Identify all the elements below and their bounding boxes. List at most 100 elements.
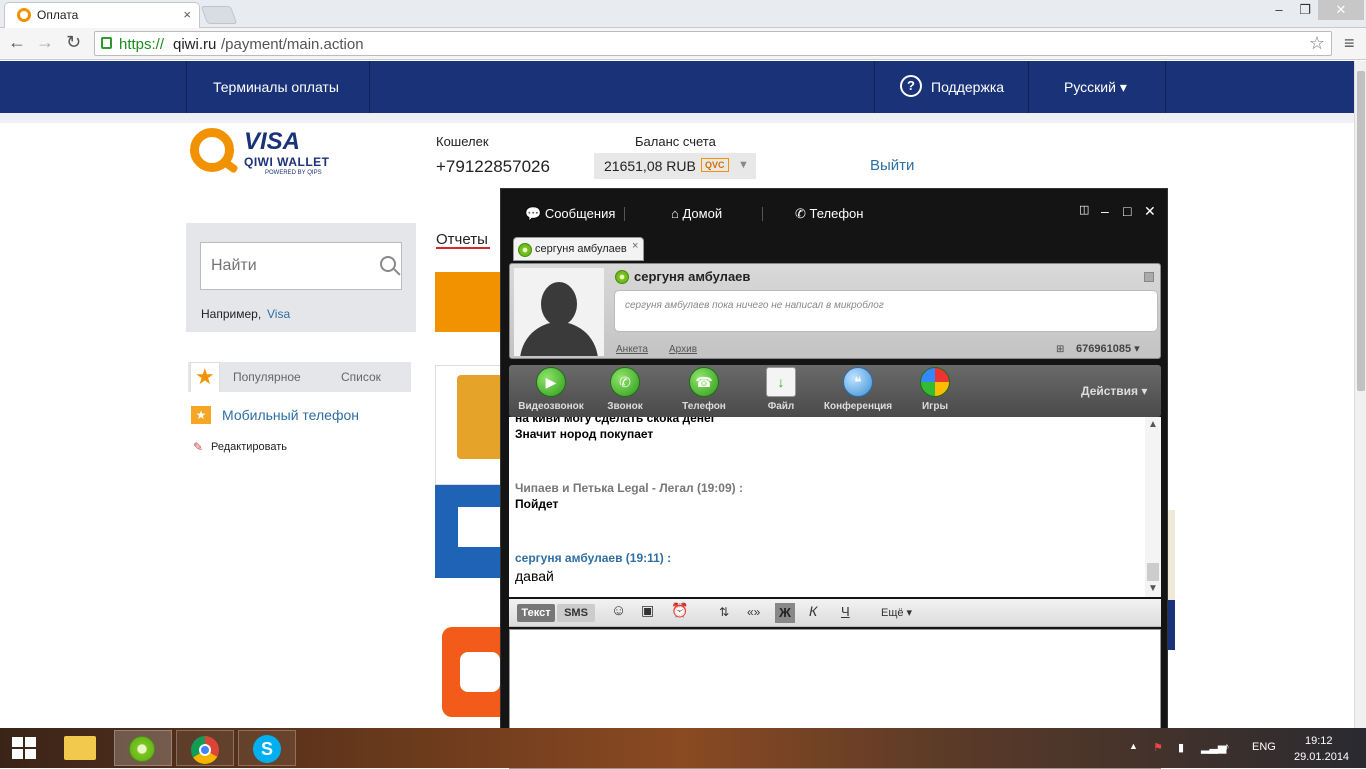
help-icon[interactable]: ?	[900, 75, 922, 97]
taskbar-icq[interactable]	[114, 730, 172, 766]
url-path: /payment/main.action	[221, 36, 364, 53]
logo-wallet-text: QIWI WALLET	[244, 155, 330, 169]
download-arrow-icon[interactable]: ▼	[738, 159, 749, 171]
smiley-icon[interactable]: ☺	[611, 602, 626, 619]
phone-call-button[interactable]: ☎ Телефон	[673, 367, 735, 412]
tab-close-icon[interactable]: ×	[183, 7, 191, 22]
browser-menu-icon[interactable]: ≡	[1344, 33, 1355, 54]
nav-subbar	[0, 113, 1354, 123]
contact-uin-dropdown[interactable]: 676961085 ▾	[1076, 342, 1140, 355]
search-input[interactable]	[200, 242, 402, 290]
sms-mode-button[interactable]: SMS	[557, 604, 595, 622]
icq-minimize-icon[interactable]: –	[1101, 203, 1109, 219]
games-ball-icon	[920, 367, 950, 397]
more-dropdown[interactable]: Ещё ▾	[881, 606, 912, 619]
psb-logo	[460, 652, 500, 692]
chat-scrollbar[interactable]: ▲ ▼	[1145, 417, 1161, 597]
italic-button[interactable]: К	[809, 603, 817, 619]
lock-icon	[101, 37, 112, 49]
search-example-link[interactable]: Visa	[267, 307, 290, 321]
battery-icon[interactable]: ▮	[1178, 741, 1184, 754]
window-maximize-button[interactable]: ❐	[1292, 0, 1318, 20]
scroll-up-icon[interactable]: ▲	[1148, 419, 1158, 430]
translit-icon[interactable]: ⇅	[719, 605, 729, 619]
archive-link[interactable]: Архив	[669, 344, 697, 355]
window-close-button[interactable]: ✕	[1318, 0, 1364, 20]
balance-box[interactable]: 21651,08 RUB QVC ▼	[594, 153, 756, 179]
icq-close-icon[interactable]: ✕	[1144, 203, 1156, 220]
language-dropdown[interactable]: Русский ▾	[1064, 79, 1127, 96]
promo-orange-banner[interactable]	[435, 272, 505, 332]
nav-support-link[interactable]: Поддержка	[931, 79, 1004, 95]
bold-button[interactable]: Ж	[775, 603, 795, 623]
back-arrow-icon[interactable]: ←	[8, 32, 26, 53]
send-file-button[interactable]: ↓ Файл	[757, 367, 805, 412]
icq-nav-messages[interactable]: 💬 Сообщения	[525, 206, 615, 222]
voice-call-label: Звонок	[607, 401, 643, 412]
chrome-icon-center	[199, 744, 211, 756]
tab-popular[interactable]: Популярное	[233, 370, 301, 384]
signal-icon[interactable]: ▂▃▅	[1201, 741, 1226, 754]
volume-icon[interactable]: ♪	[1224, 741, 1230, 753]
collapse-icon[interactable]	[1144, 272, 1154, 282]
alarm-clock-icon[interactable]: ⏰	[671, 602, 688, 619]
message-sender: сергуня амбулаев (19:11) :	[515, 551, 672, 565]
video-call-button[interactable]: ▶ Видеозвонок	[511, 367, 591, 412]
tab-favorites[interactable]: ★	[190, 362, 220, 392]
wallet-label: Кошелек	[436, 134, 489, 149]
actions-dropdown[interactable]: Действия ▾	[1081, 384, 1147, 398]
reports-tab[interactable]: Отчеты	[436, 231, 488, 248]
clock-date[interactable]: 29.01.2014	[1294, 751, 1349, 763]
taskbar-chrome[interactable]	[176, 730, 234, 766]
scroll-down-icon[interactable]: ▼	[1148, 583, 1158, 594]
favorite-star-icon: ★	[191, 406, 211, 424]
nav-terminals-link[interactable]: Терминалы оплаты	[213, 79, 339, 95]
chat-scrollbar-thumb[interactable]	[1147, 563, 1159, 581]
forward-arrow-icon[interactable]: →	[36, 32, 54, 53]
avatar[interactable]	[514, 268, 604, 356]
balance-label: Баланс счета	[635, 134, 716, 149]
address-bar[interactable]: https:// qiwi.ru /payment/main.action ☆	[94, 31, 1332, 56]
quote-button[interactable]: «»	[747, 605, 760, 619]
edit-favorites-link[interactable]: Редактировать	[211, 441, 287, 453]
icq-nav-home[interactable]: ⌂ Домой	[671, 206, 722, 221]
icq-restore-icon[interactable]: ◫	[1079, 203, 1089, 216]
icq-nav-phone[interactable]: ✆ Телефон	[795, 206, 863, 222]
flag-icon[interactable]: ⚑	[1153, 741, 1163, 754]
games-button[interactable]: Игры	[913, 367, 957, 412]
windows-start-icon[interactable]	[12, 737, 38, 761]
icq-maximize-icon[interactable]: □	[1123, 203, 1131, 219]
chat-tab-close-icon[interactable]: ×	[632, 240, 638, 252]
icq-chat-tab[interactable]: сергуня амбулаев ×	[513, 237, 644, 261]
conference-label: Конференция	[823, 401, 893, 412]
new-tab-button[interactable]	[200, 6, 238, 24]
qvc-badge: QVC	[701, 158, 729, 172]
profile-link[interactable]: Анкета	[616, 344, 648, 355]
tray-expand-icon[interactable]: ▲	[1129, 741, 1138, 751]
message-text: давай	[515, 568, 554, 584]
favorite-mobile-phone-link[interactable]: Мобильный телефон	[222, 407, 359, 423]
tv-icon[interactable]: ▣	[641, 602, 654, 619]
folder-icon	[64, 736, 96, 760]
taskbar-skype[interactable]: S	[238, 730, 296, 766]
scrollbar-thumb[interactable]	[1357, 71, 1365, 391]
page-scrollbar[interactable]	[1354, 61, 1366, 728]
input-language[interactable]: ENG	[1252, 741, 1276, 753]
text-mode-button[interactable]: Текст	[517, 604, 555, 622]
underline-button[interactable]: Ч	[841, 604, 850, 619]
conference-button[interactable]: ❝ Конференция	[821, 367, 895, 412]
nav-divider	[186, 61, 187, 113]
voice-call-button[interactable]: ✆ Звонок	[595, 367, 655, 412]
tab-list[interactable]: Список	[341, 370, 381, 384]
reload-icon[interactable]: ↻	[66, 32, 81, 53]
browser-tab-active[interactable]: Оплата ×	[4, 2, 200, 28]
taskbar-explorer[interactable]	[52, 730, 110, 766]
icq-nav-divider	[762, 207, 763, 221]
browser-toolbar: ← → ↻ https:// qiwi.ru /payment/main.act…	[0, 28, 1366, 60]
logout-link[interactable]: Выйти	[870, 157, 914, 174]
qiwi-favicon-icon	[17, 8, 31, 22]
window-minimize-button[interactable]: –	[1266, 0, 1292, 20]
bookmark-star-icon[interactable]: ☆	[1309, 33, 1325, 54]
clock-time[interactable]: 19:12	[1305, 735, 1333, 747]
icq-nav-phone-label: Телефон	[809, 206, 864, 221]
